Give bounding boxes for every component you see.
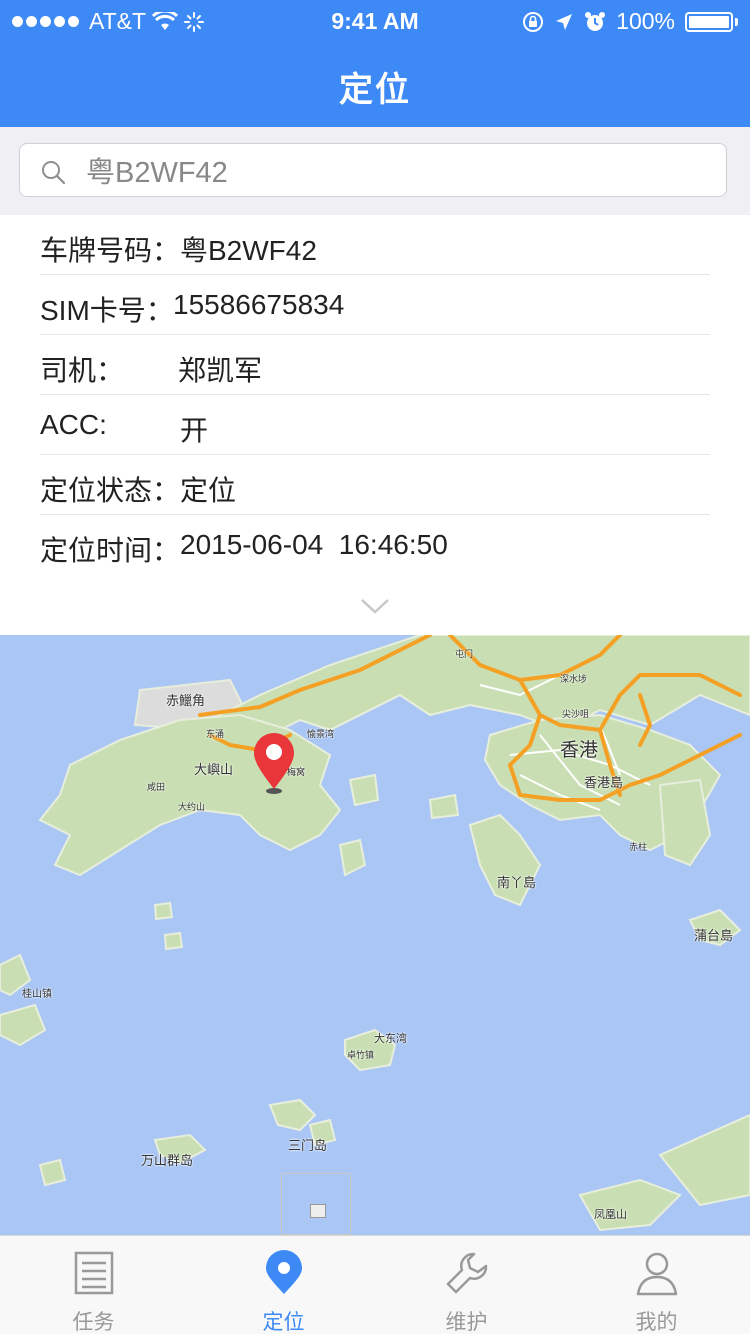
wrench-icon <box>446 1252 488 1294</box>
sim-label: SIM卡号： <box>40 295 174 326</box>
acc-value: 开 <box>180 415 209 446</box>
map-label-taiyueshan-small: 大约山 <box>178 802 206 812</box>
location-status-label: 定位状态： <box>40 475 181 506</box>
map-label-lamma: 南丫島 <box>497 875 537 890</box>
map-location-pin-icon[interactable] <box>250 731 298 795</box>
location-time-row: 定位时间： 2015-06-04 16:46:50 <box>40 515 710 575</box>
chevron-down-icon[interactable] <box>360 597 390 615</box>
tab-maintenance[interactable]: 维护 <box>373 1236 560 1335</box>
map-label-discovery-bay: 愉景湾 <box>307 729 335 739</box>
tab-location-label: 定位 <box>262 1311 305 1334</box>
status-bar: AT&T 9:41 AM 100% <box>0 0 750 40</box>
tab-mine[interactable]: 我的 <box>563 1236 750 1335</box>
map-label-wanshan: 万山群岛 <box>141 1153 194 1168</box>
driver-label: 司机： <box>40 355 125 386</box>
map-label-sham-shui-po: 深水埗 <box>560 674 588 684</box>
plate-row: 车牌号码： 粤B2WF42 <box>40 215 710 275</box>
map-label-tai-tung-wan: 大东湾 <box>374 1033 407 1045</box>
map-label-stanley: 赤柱 <box>629 842 648 852</box>
driver-value: 郑凯军 <box>178 355 263 386</box>
battery-tip <box>735 17 738 26</box>
map-label-lantau: 大嶼山 <box>194 762 234 777</box>
location-status-row: 定位状态： 定位 <box>40 455 710 515</box>
map-label-po-toi: 蒲台島 <box>694 928 734 943</box>
tab-bar: 任务 定位 维护 我的 <box>0 1235 750 1334</box>
search-box[interactable] <box>19 143 727 197</box>
tab-location[interactable]: 定位 <box>190 1236 377 1335</box>
map-label-soko: 三门岛 <box>288 1138 328 1153</box>
location-arrow-icon <box>556 13 573 30</box>
search-icon <box>42 161 66 185</box>
map-label-tongchong: 东涌 <box>206 729 225 739</box>
page-title: 定位 <box>339 71 411 109</box>
status-right: 100% <box>522 8 738 35</box>
map-label-hamtin: 咸田 <box>147 782 166 792</box>
map-view[interactable]: 赤鱲角 大嶼山 香港 香港島 南丫島 蒲台島 大东湾 三门岛 万山群岛 凤凰山 … <box>0 635 750 1235</box>
location-status-value: 定位 <box>180 475 237 506</box>
plate-value: 粤B2WF42 <box>180 235 317 266</box>
vehicle-info-panel: 车牌号码： 粤B2WF42 SIM卡号： 15586675834 司机： 郑凯军… <box>0 215 750 635</box>
driver-row: 司机： 郑凯军 <box>40 335 710 395</box>
location-time-label: 定位时间： <box>40 535 181 566</box>
map-label-guishan: 桂山镇 <box>22 989 52 1000</box>
map-label-fenghuang: 凤凰山 <box>594 1209 627 1221</box>
battery-percent: 100% <box>616 8 675 34</box>
map-label-zhushan: 卓竹镇 <box>347 1050 375 1060</box>
tab-tasks-label: 任务 <box>72 1311 115 1334</box>
broken-image-icon <box>281 1173 351 1235</box>
map-canvas <box>0 635 750 1232</box>
alarm-icon <box>585 11 606 31</box>
map-label-tsim-sha-tsui: 尖沙咀 <box>562 709 590 719</box>
search-area <box>0 127 750 215</box>
map-label-tuen-mun: 屯门 <box>455 649 474 659</box>
location-time-value: 2015-06-04 16:46:50 <box>180 529 448 560</box>
rotation-lock-icon <box>523 11 544 32</box>
person-icon <box>636 1252 678 1296</box>
map-label-chek-lap-kok: 赤鱲角 <box>166 693 206 708</box>
acc-row: ACC: 开 <box>40 395 710 455</box>
battery-icon <box>685 11 733 32</box>
tab-tasks[interactable]: 任务 <box>0 1236 187 1335</box>
tab-maintenance-label: 维护 <box>445 1311 488 1334</box>
tab-mine-label: 我的 <box>635 1311 678 1334</box>
search-input[interactable] <box>86 152 686 188</box>
map-label-hong-kong: 香港 <box>560 740 599 761</box>
list-icon <box>74 1251 114 1295</box>
sim-row: SIM卡号： 15586675834 <box>40 275 710 335</box>
sim-value: 15586675834 <box>173 289 345 320</box>
location-pin-icon <box>266 1250 302 1294</box>
acc-label: ACC: <box>40 409 107 440</box>
map-label-hk-island: 香港島 <box>584 775 624 790</box>
plate-label: 车牌号码： <box>40 235 181 266</box>
nav-header: AT&T 9:41 AM 100% 定位 <box>0 0 750 127</box>
